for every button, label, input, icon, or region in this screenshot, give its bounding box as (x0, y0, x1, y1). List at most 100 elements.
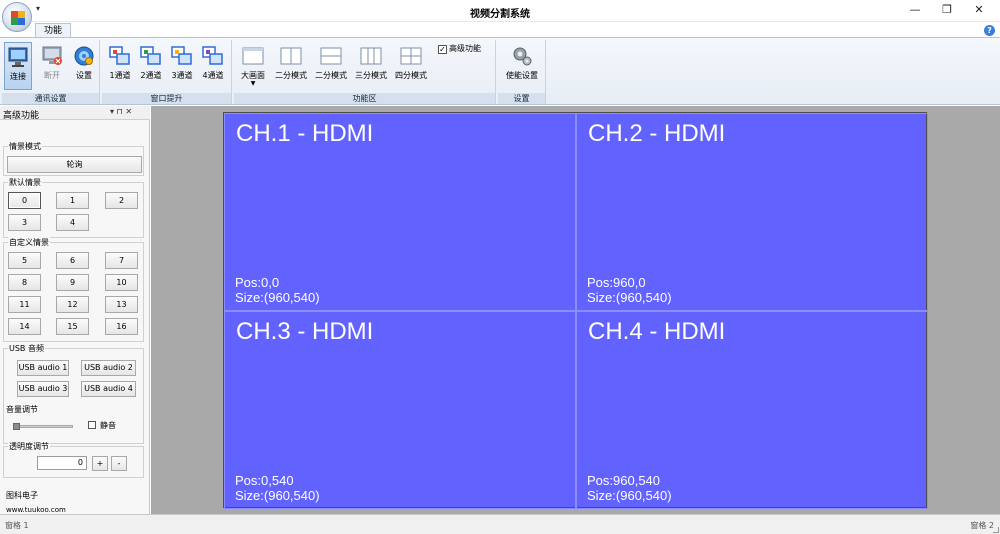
scene-button[interactable]: 8 (8, 274, 41, 291)
channel-window[interactable]: CH.2 - HDMI Pos:960,0 Size:(960,540) (576, 113, 928, 311)
usb-audio-button[interactable]: USB audio 1 (17, 360, 69, 376)
status-pane-right: 窗格 2 (970, 521, 994, 530)
mute-label: 静音 (100, 421, 116, 430)
usb-audio-group: USB 音频 USB audio 1 USB audio 2 USB audio… (3, 343, 144, 444)
window-title: 视频分割系统 (470, 9, 530, 20)
connect-button[interactable]: 连接 (4, 42, 32, 90)
scene-button[interactable]: 16 (105, 318, 138, 335)
advanced-function-checkbox[interactable]: ✓ 高级功能 (438, 43, 481, 54)
scene-button[interactable]: 7 (105, 252, 138, 269)
channel-title: CH.3 - HDMI (236, 318, 374, 345)
scene-button[interactable]: 13 (105, 296, 138, 313)
split2b-button[interactable]: 二分模式 (312, 42, 350, 90)
resize-grip-icon[interactable] (993, 527, 999, 533)
layout-split-three-icon (360, 47, 382, 65)
split2b-label: 二分模式 (315, 71, 347, 80)
comm-settings-button[interactable]: 设置 (70, 42, 98, 90)
volume-label: 音量调节 (6, 405, 38, 414)
scene-button[interactable]: 0 (8, 192, 41, 209)
channel-window[interactable]: CH.1 - HDMI Pos:0,0 Size:(960,540) (224, 113, 576, 311)
window-stack-icon (109, 46, 130, 65)
channel-title: CH.2 - HDMI (588, 120, 726, 147)
window-stack-icon (171, 46, 192, 65)
scene-button[interactable]: 10 (105, 274, 138, 291)
channel-window[interactable]: CH.4 - HDMI Pos:960,540 Size:(960,540) (576, 311, 928, 509)
raise-ch3-label: 3通道 (171, 71, 193, 80)
gear-icon (513, 47, 532, 66)
volume-slider-track[interactable] (13, 425, 73, 428)
usb-audio-button[interactable]: USB audio 2 (81, 360, 136, 376)
scene-button[interactable]: 2 (105, 192, 138, 209)
channel-window[interactable]: CH.3 - HDMI Pos:0,540 Size:(960,540) (224, 311, 576, 509)
transparency-plus-button[interactable]: + (92, 456, 108, 471)
raise-ch1-button[interactable]: 1通道 (106, 42, 134, 90)
split3-button[interactable]: 三分模式 (352, 42, 390, 90)
enable-settings-button[interactable]: 使能设置 (502, 42, 542, 90)
advanced-function-label: 高级功能 (449, 44, 481, 53)
window-stack-icon (202, 46, 223, 65)
checkbox-checked-icon: ✓ (438, 45, 447, 54)
usb-audio-button[interactable]: USB audio 3 (17, 381, 69, 397)
layout-split-four-icon (400, 47, 422, 65)
title-bar: ▾ 视频分割系统 — ❐ ✕ (0, 0, 1000, 32)
restore-button[interactable]: ❐ (938, 2, 956, 18)
enable-settings-label: 使能设置 (506, 71, 538, 80)
layout-split-horizontal-icon (320, 47, 342, 65)
polling-button[interactable]: 轮询 (7, 156, 142, 173)
scene-mode-group: 情景模式 轮询 (3, 141, 144, 176)
split2a-button[interactable]: 二分模式 (272, 42, 310, 90)
scene-button[interactable]: 11 (8, 296, 41, 313)
transparency-legend: 透明度调节 (8, 441, 50, 452)
ribbon-group-settings: 使能设置 设置 (498, 40, 546, 104)
scene-button[interactable]: 3 (8, 214, 41, 231)
status-bar: 窗格 1 窗格 2 (0, 514, 1000, 534)
usb-audio-button[interactable]: USB audio 4 (81, 381, 136, 397)
mute-checkbox[interactable] (88, 421, 96, 429)
scene-button[interactable]: 5 (8, 252, 41, 269)
channel-position: Pos:0,0 (235, 275, 280, 290)
scene-button[interactable]: 15 (56, 318, 89, 335)
split4-button[interactable]: 四分模式 (392, 42, 430, 90)
ribbon-group-window-raise: 1通道 2通道 3通道 4通道 窗口提升 (102, 40, 232, 104)
group-label-comm: 通讯设置 (2, 93, 99, 104)
layout-single-icon (242, 47, 264, 65)
layout-split-vertical-icon (280, 47, 302, 65)
group-label-window-raise: 窗口提升 (102, 93, 231, 104)
scene-button[interactable]: 1 (56, 192, 89, 209)
connect-label: 连接 (10, 72, 26, 81)
scene-button[interactable]: 14 (8, 318, 41, 335)
scene-button[interactable]: 4 (56, 214, 89, 231)
scene-button[interactable]: 6 (56, 252, 89, 269)
company-name: 图科电子 (6, 491, 38, 500)
help-icon[interactable]: ? (984, 25, 995, 36)
disconnect-button[interactable]: 断开 (38, 42, 66, 90)
volume-slider-thumb[interactable] (13, 423, 20, 430)
big-screen-button[interactable]: 大画面 ▼ (236, 42, 270, 90)
raise-ch2-button[interactable]: 2通道 (137, 42, 165, 90)
raise-ch3-button[interactable]: 3通道 (168, 42, 196, 90)
window-stack-icon (140, 46, 161, 65)
chevron-down-icon: ▼ (250, 80, 256, 87)
scene-button[interactable]: 12 (56, 296, 89, 313)
channel-size: Size:(960,540) (235, 290, 320, 305)
group-label-settings: 设置 (498, 93, 545, 104)
company-website: www.tuukoo.com (6, 506, 66, 514)
channel-position: Pos:960,540 (587, 473, 661, 488)
panel-controls[interactable]: ▾ ⊓ ✕ (110, 107, 132, 116)
scene-button[interactable]: 9 (56, 274, 89, 291)
minimize-button[interactable]: — (906, 2, 924, 18)
app-logo-icon (11, 11, 25, 25)
ribbon: 连接 断开 设置 通讯设置 1通道 2通道 3通道 4通道 窗口提升 大画面 ▼… (0, 37, 1000, 105)
close-button[interactable]: ✕ (970, 2, 988, 18)
raise-ch4-button[interactable]: 4通道 (199, 42, 227, 90)
app-menu-button[interactable] (2, 2, 32, 32)
raise-ch4-label: 4通道 (202, 71, 224, 80)
transparency-input[interactable]: 0 (37, 456, 87, 470)
transparency-minus-button[interactable]: - (111, 456, 127, 471)
channel-size: Size:(960,540) (587, 290, 672, 305)
disconnect-label: 断开 (44, 71, 60, 80)
default-scene-legend: 默认情景 (8, 177, 42, 188)
channel-size: Size:(960,540) (587, 488, 672, 503)
workspace: CH.1 - HDMI Pos:0,0 Size:(960,540) CH.2 … (151, 106, 1000, 514)
split4-label: 四分模式 (395, 71, 427, 80)
